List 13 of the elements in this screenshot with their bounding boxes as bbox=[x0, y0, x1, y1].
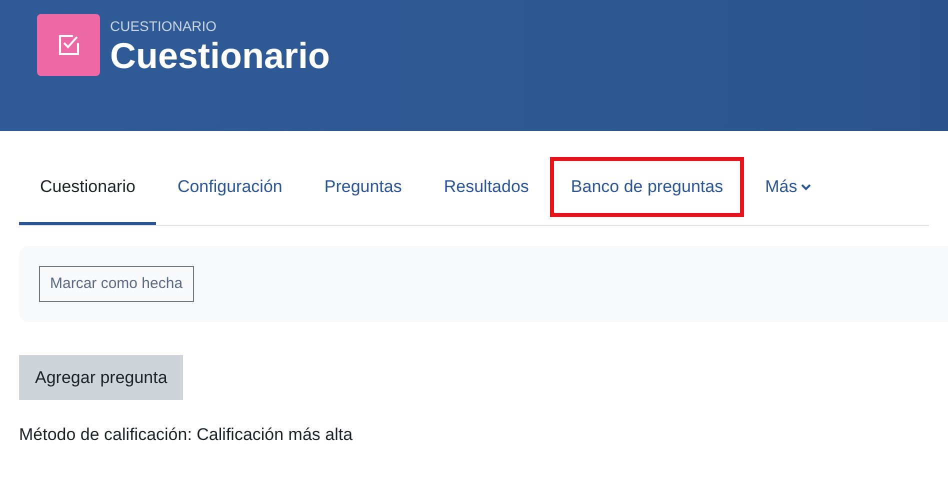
nav-tab[interactable]: Preguntas bbox=[303, 156, 423, 216]
grading-method-text: Método de calificación: Calificación más alta bbox=[19, 424, 354, 446]
nav-tab[interactable]: Banco de preguntas bbox=[550, 156, 744, 216]
nav-tab[interactable]: Configuración bbox=[156, 156, 304, 216]
chevron-down-icon bbox=[801, 182, 812, 190]
page-title: Cuestionario bbox=[110, 35, 330, 77]
nav-tab[interactable]: Resultados bbox=[422, 156, 550, 216]
nav-tab[interactable]: Cuestionario bbox=[19, 156, 156, 216]
add-question-button[interactable]: Agregar pregunta bbox=[19, 355, 184, 400]
header-overline: CUESTIONARIO bbox=[110, 17, 218, 35]
more-menu-tab[interactable]: Más bbox=[744, 156, 832, 216]
quiz-icon bbox=[37, 14, 100, 76]
mark-done-button[interactable]: Marcar como hecha bbox=[39, 266, 194, 302]
